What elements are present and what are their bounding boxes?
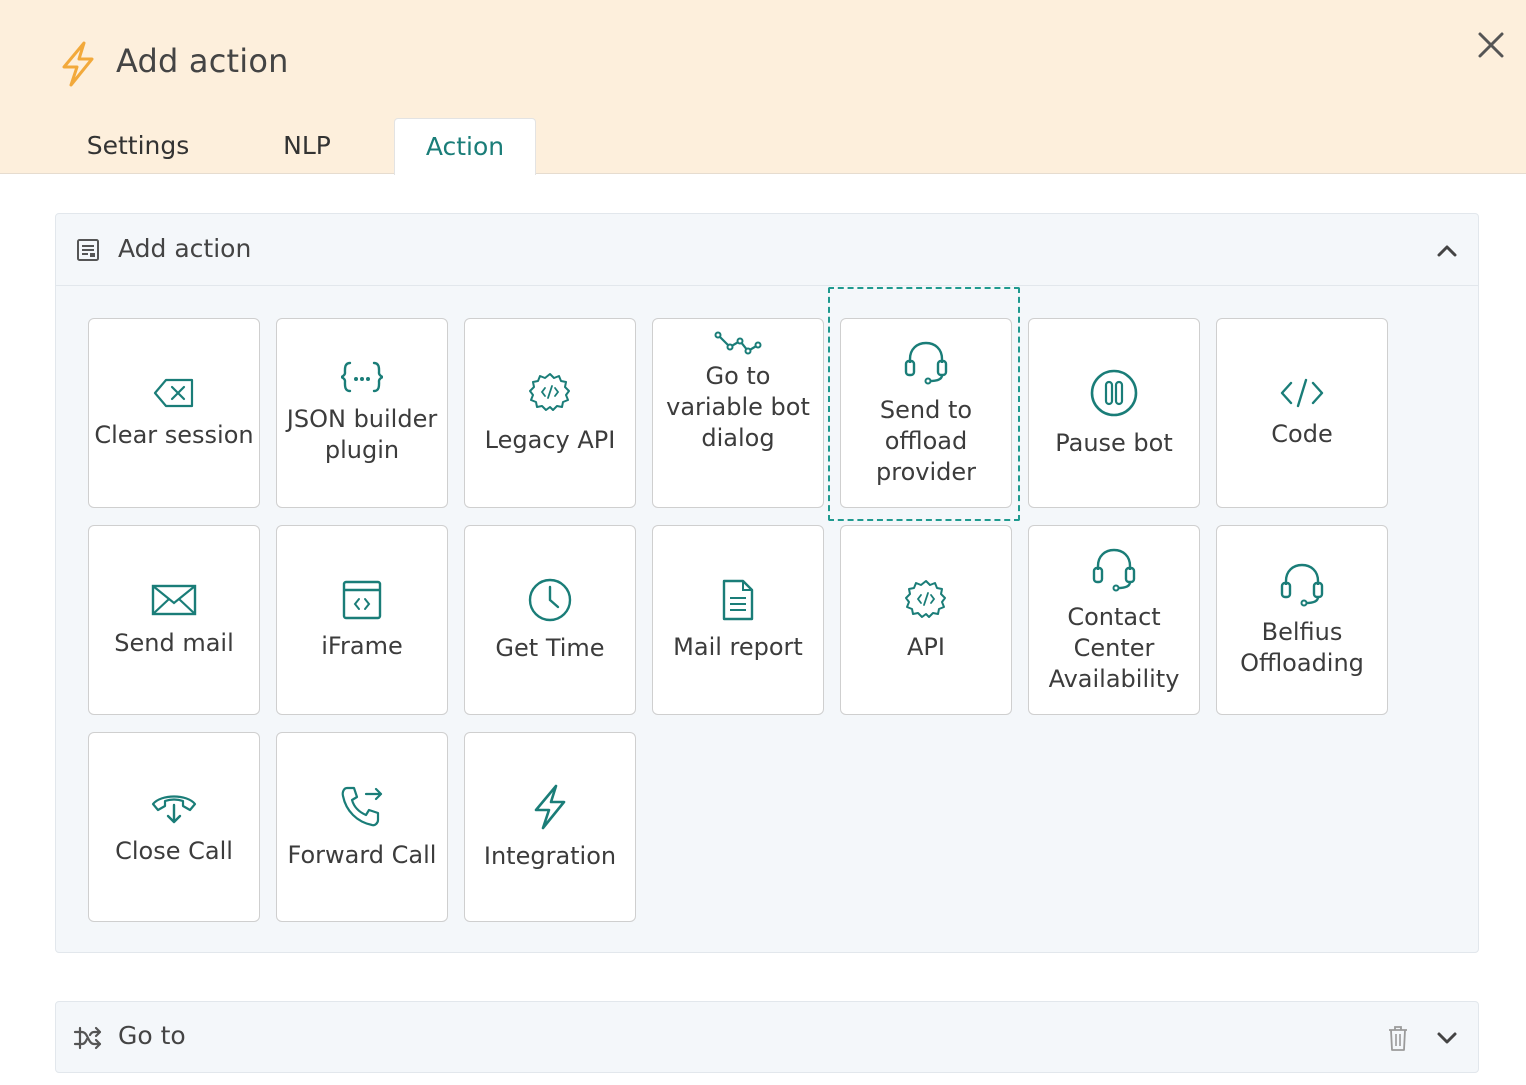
action-label: Belfius Offloading (1240, 618, 1364, 677)
goto-panel[interactable]: Go to (55, 1001, 1479, 1073)
action-label: Integration (483, 841, 617, 870)
action-label: JSON builder plugin (286, 405, 438, 464)
dialog-header: Add action Settings NLP Action (0, 0, 1526, 175)
chevron-down-icon[interactable] (1434, 1025, 1460, 1051)
tab-nlp[interactable]: NLP (244, 118, 370, 174)
action-card-pause-bot[interactable]: Pause bot (1028, 318, 1200, 508)
action-card-send-mail[interactable]: Send mail (88, 525, 260, 715)
action-card-close-call[interactable]: Close Call (88, 732, 260, 922)
action-card-iframe[interactable]: iFrame (276, 525, 448, 715)
action-label: Contact Center Availability (1048, 602, 1180, 693)
trash-icon[interactable] (1386, 1024, 1410, 1052)
forward-call-icon (341, 786, 383, 826)
backspace-icon (153, 378, 194, 407)
api-gear-icon (905, 579, 946, 618)
document-icon (722, 579, 754, 620)
action-card-mail-report[interactable]: Mail report (652, 525, 824, 715)
action-card-belfius-offloading[interactable]: Belfius Offloading (1216, 525, 1388, 715)
action-card-legacy-api[interactable]: Legacy API (464, 318, 636, 508)
code-icon (1280, 378, 1324, 407)
headset-icon (904, 341, 948, 384)
action-card-send-to-offload[interactable]: Send to offload provider (840, 318, 1012, 508)
action-card-code[interactable]: Code (1216, 318, 1388, 508)
action-label: Clear session (94, 420, 254, 449)
action-card-integration[interactable]: Integration (464, 732, 636, 922)
action-label: Send mail (114, 628, 234, 657)
action-label: API (907, 632, 945, 661)
close-icon[interactable] (1474, 28, 1508, 62)
action-label: Code (1271, 419, 1333, 448)
path-nodes-icon (714, 331, 762, 355)
headset-icon (1280, 563, 1324, 607)
hangup-phone-icon (151, 794, 197, 823)
headset-icon (1092, 548, 1136, 591)
action-label: Legacy API (484, 425, 616, 454)
api-gear-icon (529, 372, 570, 411)
goto-panel-title: Go to (118, 1021, 186, 1050)
clock-icon (528, 578, 572, 621)
mail-icon (151, 584, 197, 615)
add-action-panel-title: Add action (118, 234, 252, 263)
form-icon (77, 239, 99, 261)
lightning-icon (534, 784, 566, 829)
iframe-icon (342, 580, 382, 619)
tab-settings[interactable]: Settings (60, 118, 216, 174)
action-card-go-to-variable[interactable]: Go to variable bot dialog (652, 318, 824, 508)
action-card-clear-session[interactable]: Clear session (88, 318, 260, 508)
action-label: Close Call (115, 836, 233, 865)
action-label: Pause bot (1055, 428, 1173, 457)
shuffle-icon (73, 1026, 102, 1050)
chevron-up-icon[interactable] (1434, 238, 1460, 264)
action-card-get-time[interactable]: Get Time (464, 525, 636, 715)
action-card-contact-center[interactable]: Contact Center Availability (1028, 525, 1200, 715)
add-action-panel-header[interactable]: Add action (56, 214, 1478, 286)
action-card-json-builder[interactable]: JSON builder plugin (276, 318, 448, 508)
action-label: Forward Call (287, 840, 437, 869)
json-braces-icon (340, 361, 384, 393)
lightning-icon (62, 41, 94, 87)
action-card-api[interactable]: API (840, 525, 1012, 715)
action-label: Go to variable bot dialog (666, 362, 810, 452)
action-card-forward-call[interactable]: Forward Call (276, 732, 448, 922)
action-label: Mail report (673, 632, 803, 661)
tab-action[interactable]: Action (394, 118, 536, 175)
action-label: Send to offload provider (876, 395, 976, 486)
action-label: Get Time (495, 633, 605, 662)
action-label: iFrame (321, 631, 403, 660)
pause-icon (1090, 369, 1138, 416)
dialog-title: Add action (116, 42, 289, 80)
